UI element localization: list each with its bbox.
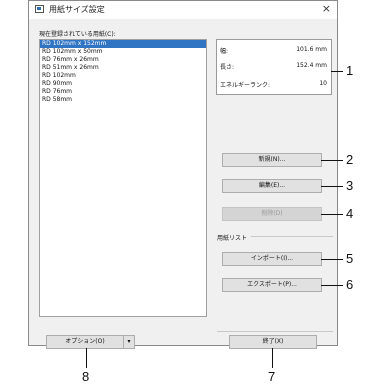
list-item[interactable]: RD 102mm x 50mm <box>40 48 206 56</box>
edit-button[interactable]: 編集(E)... <box>222 179 322 193</box>
close-icon[interactable]: × <box>322 2 331 16</box>
list-item[interactable]: RD 90mm <box>40 80 206 88</box>
callout-5: 5 <box>346 251 354 266</box>
import-button[interactable]: インポート(I)... <box>222 252 322 266</box>
length-value: 152.4 mm <box>296 62 327 69</box>
callout-4: 4 <box>346 206 354 221</box>
list-item[interactable]: RD 76mm <box>40 88 206 96</box>
close-button[interactable]: 終了(X) <box>229 335 317 349</box>
title-bar: 用紙サイズ設定 × <box>29 1 337 19</box>
paper-info-panel: 幅: 101.6 mm 長さ: 152.4 mm エネルギーランク: 10 <box>216 39 332 95</box>
callout-3: 3 <box>346 178 354 193</box>
list-item[interactable]: RD 102mm <box>40 72 206 80</box>
width-label: 幅: <box>220 48 229 55</box>
callout-1: 1 <box>346 63 354 78</box>
export-button[interactable]: エクスポート(P)... <box>222 278 322 292</box>
width-row: 幅: 101.6 mm <box>220 46 327 55</box>
callout-line-1 <box>331 71 343 72</box>
callout-6: 6 <box>346 277 354 292</box>
energy-rank-label: エネルギーランク: <box>220 82 271 89</box>
callout-line-6 <box>321 285 343 286</box>
callout-line-7 <box>272 348 273 368</box>
app-icon <box>35 5 44 13</box>
length-row: 長さ: 152.4 mm <box>220 62 327 71</box>
list-item[interactable]: RD 76mm x 26mm <box>40 56 206 64</box>
footer-divider <box>217 331 333 332</box>
callout-8: 8 <box>82 369 90 384</box>
window-title: 用紙サイズ設定 <box>49 5 105 14</box>
callout-line-2 <box>321 160 343 161</box>
registered-paper-list[interactable]: RD 102mm x 152mm RD 102mm x 50mm RD 76mm… <box>39 39 207 317</box>
callout-line-5 <box>321 259 343 260</box>
callout-line-8 <box>86 348 87 368</box>
registered-paper-label: 現在登録されている用紙(C): <box>39 31 116 38</box>
options-dropdown-icon[interactable]: ▾ <box>123 335 135 349</box>
paper-list-group-label: 用紙リスト <box>217 235 248 242</box>
width-value: 101.6 mm <box>296 46 327 53</box>
paper-size-settings-dialog: 用紙サイズ設定 × 現在登録されている用紙(C): RD 102mm x 152… <box>28 0 338 349</box>
list-item[interactable]: RD 102mm x 152mm <box>40 40 206 48</box>
callout-2: 2 <box>346 152 354 167</box>
callout-line-3 <box>321 186 343 187</box>
delete-button[interactable]: 削除(D) <box>222 207 322 221</box>
list-item[interactable]: RD 51mm x 26mm <box>40 64 206 72</box>
options-button[interactable]: オプション(O) <box>46 335 124 349</box>
length-label: 長さ: <box>220 64 235 71</box>
group-divider <box>251 236 333 237</box>
callout-line-4 <box>321 214 343 215</box>
new-button[interactable]: 新規(N)... <box>222 153 322 167</box>
callout-7: 7 <box>268 369 276 384</box>
list-item[interactable]: RD 58mm <box>40 96 206 104</box>
energy-rank-row: エネルギーランク: 10 <box>220 80 327 89</box>
energy-rank-value: 10 <box>319 80 327 87</box>
